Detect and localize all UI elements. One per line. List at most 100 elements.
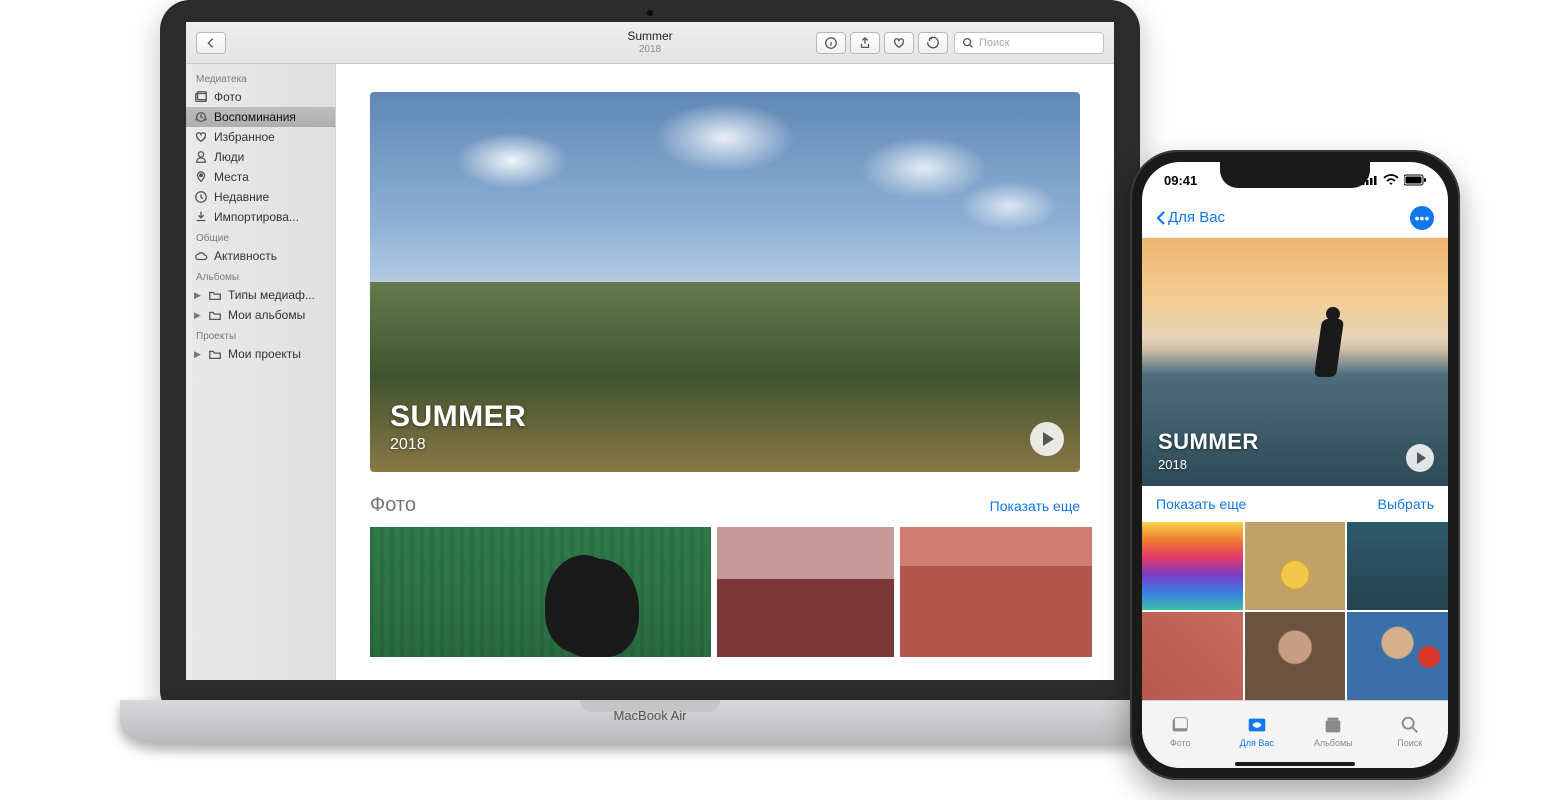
places-icon: [194, 170, 208, 184]
sidebar-section-projects: Проекты: [186, 325, 335, 344]
disclosure-triangle-icon[interactable]: ▶: [194, 349, 202, 360]
subtitle-text: 2018: [627, 44, 672, 55]
photo-thumbnail[interactable]: [1347, 522, 1448, 610]
folder-icon: [208, 347, 222, 361]
memory-year: 2018: [390, 436, 526, 454]
sidebar-item-photos[interactable]: Фото: [186, 87, 335, 107]
sidebar-item-people[interactable]: Люди: [186, 147, 335, 167]
sidebar-item-my-projects[interactable]: ▶ Мои проекты: [186, 344, 335, 364]
photos-section-header: Фото Показать еще: [370, 494, 1080, 517]
sidebar-item-label: Мои альбомы: [228, 308, 305, 322]
photo-thumbnail[interactable]: [1142, 612, 1243, 700]
sidebar-item-memories[interactable]: Воспоминания: [186, 107, 335, 127]
sidebar-item-label: Недавние: [214, 190, 269, 204]
share-button[interactable]: [850, 32, 880, 54]
sidebar-item-favorites[interactable]: Избранное: [186, 127, 335, 147]
memory-title: SUMMER: [390, 400, 526, 434]
sidebar-item-recent[interactable]: Недавние: [186, 187, 335, 207]
play-button[interactable]: [1030, 422, 1064, 456]
nav-bar: Для Вас •••: [1142, 198, 1448, 238]
chevron-left-icon: [1156, 210, 1166, 226]
photo-thumbnail[interactable]: [370, 527, 711, 657]
heart-icon: [194, 130, 208, 144]
nav-back-button[interactable]: Для Вас: [1156, 209, 1225, 226]
tab-photos[interactable]: Фото: [1142, 701, 1219, 760]
macbook-bezel: Summer 2018: [160, 0, 1140, 720]
select-link[interactable]: Выбрать: [1378, 496, 1434, 512]
sidebar-section-library: Медиатека: [186, 68, 335, 87]
photo-thumbnail[interactable]: [1245, 522, 1346, 610]
iphone-screen: 09:41 Для Вас ••• SUMMER 2018: [1142, 162, 1448, 768]
photos-app-window: Summer 2018: [186, 22, 1114, 680]
tab-for-you[interactable]: Для Вас: [1219, 701, 1296, 760]
disclosure-triangle-icon[interactable]: ▶: [194, 290, 202, 301]
sidebar-item-places[interactable]: Места: [186, 167, 335, 187]
folder-icon: [208, 308, 222, 322]
favorite-button[interactable]: [884, 32, 914, 54]
search-icon: [961, 36, 975, 50]
memory-year: 2018: [1158, 457, 1259, 472]
tab-albums[interactable]: Альбомы: [1295, 701, 1372, 760]
sidebar-item-label: Импортирова...: [214, 210, 299, 224]
window-toolbar: Summer 2018: [186, 22, 1114, 64]
search-field[interactable]: Поиск: [954, 32, 1104, 54]
sidebar-section-albums: Альбомы: [186, 266, 335, 285]
tab-label: Для Вас: [1240, 738, 1274, 748]
home-indicator[interactable]: [1142, 760, 1448, 768]
macbook-camera: [647, 10, 653, 16]
memory-card[interactable]: SUMMER 2018: [370, 92, 1080, 472]
memory-title: SUMMER: [1158, 429, 1259, 455]
show-more-link[interactable]: Показать еще: [990, 498, 1080, 514]
albums-icon: [1322, 714, 1344, 736]
sidebar-section-shared: Общие: [186, 227, 335, 246]
status-time: 09:41: [1164, 173, 1197, 188]
sidebar-item-label: Мои проекты: [228, 347, 301, 361]
photo-thumbnail[interactable]: [1245, 612, 1346, 700]
rotate-icon: [926, 36, 940, 50]
for-you-icon: [1246, 714, 1268, 736]
status-right: [1362, 174, 1426, 186]
tab-search[interactable]: Поиск: [1372, 701, 1449, 760]
rotate-button[interactable]: [918, 32, 948, 54]
macbook-base: MacBook Air: [120, 700, 1180, 744]
battery-icon: [1404, 174, 1426, 186]
share-icon: [858, 36, 872, 50]
sidebar-item-label: Типы медиаф...: [228, 288, 315, 302]
window-title: Summer 2018: [627, 30, 672, 54]
toolbar-right: Поиск: [812, 32, 1104, 54]
show-more-link[interactable]: Показать еще: [1156, 496, 1246, 512]
memory-image: [1308, 307, 1356, 397]
photo-thumbnail[interactable]: [1347, 612, 1448, 700]
play-button[interactable]: [1406, 444, 1434, 472]
info-icon: [824, 36, 838, 50]
clock-icon: [194, 190, 208, 204]
photo-thumbnail[interactable]: [900, 527, 1092, 657]
memory-card[interactable]: SUMMER 2018: [1142, 238, 1448, 486]
cloud-icon: [194, 249, 208, 263]
people-icon: [194, 150, 208, 164]
tab-label: Альбомы: [1314, 738, 1353, 748]
sidebar-item-label: Воспоминания: [214, 110, 296, 124]
tab-label: Поиск: [1397, 738, 1422, 748]
heart-icon: [892, 36, 906, 50]
action-bar: Показать еще Выбрать: [1142, 486, 1448, 522]
sidebar-item-activity[interactable]: Активность: [186, 246, 335, 266]
more-button[interactable]: •••: [1410, 206, 1434, 230]
photo-row: [370, 527, 1080, 657]
ellipsis-icon: •••: [1415, 211, 1430, 225]
iphone-notch: [1220, 162, 1370, 188]
sidebar-item-media-types[interactable]: ▶ Типы медиаф...: [186, 285, 335, 305]
search-placeholder: Поиск: [979, 37, 1009, 49]
disclosure-triangle-icon[interactable]: ▶: [194, 310, 202, 321]
sidebar-item-label: Фото: [214, 90, 242, 104]
info-button[interactable]: [816, 32, 846, 54]
photos-icon: [194, 90, 208, 104]
back-button[interactable]: [196, 32, 226, 54]
sidebar-item-imports[interactable]: Импортирова...: [186, 207, 335, 227]
photo-thumbnail[interactable]: [1142, 522, 1243, 610]
sidebar-item-my-albums[interactable]: ▶ Мои альбомы: [186, 305, 335, 325]
macbook-device: Summer 2018: [120, 0, 1180, 780]
memory-title-block: SUMMER 2018: [390, 400, 526, 454]
memory-title-block: SUMMER 2018: [1158, 429, 1259, 472]
photo-thumbnail[interactable]: [717, 527, 895, 657]
